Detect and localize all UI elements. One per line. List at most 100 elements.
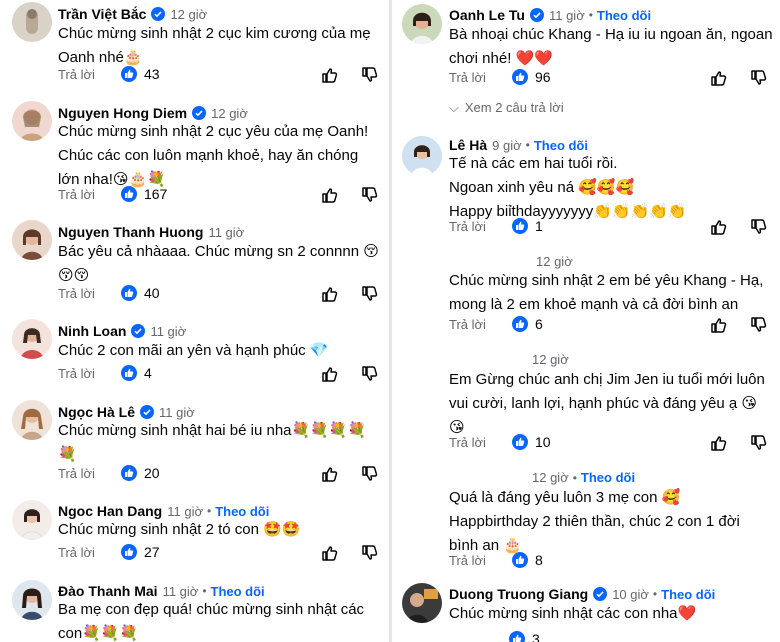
- timestamp: 11 giờ: [162, 583, 199, 599]
- follow-button[interactable]: Theo dõi: [534, 138, 588, 153]
- reply-button[interactable]: Trả lời: [58, 286, 95, 301]
- reply-button[interactable]: Trả lời: [58, 67, 95, 82]
- follow-button[interactable]: Theo dõi: [597, 8, 651, 23]
- follow-button[interactable]: Theo dõi: [581, 470, 635, 485]
- comment-text: Chúc mừng sinh nhật 2 cục yêu của mẹ Oan…: [58, 123, 369, 188]
- like-count: 167: [143, 186, 168, 202]
- timestamp: 12 giờ: [532, 352, 569, 367]
- comment-text: Chúc mừng sinh nhật các con nha❤️: [449, 605, 697, 622]
- follow-button[interactable]: Theo dõi: [661, 587, 715, 602]
- like-icon: [120, 186, 137, 202]
- timestamp: 12 giờ: [211, 105, 248, 121]
- comment-text: Quá là đáng yêu luôn 3 mẹ con 🥰 Happbirt…: [449, 489, 740, 554]
- like-icon: [511, 316, 528, 332]
- like-icon: [120, 544, 137, 560]
- thumbs-up-icon[interactable]: [710, 69, 728, 87]
- verified-badge-icon: [593, 587, 608, 601]
- author-name[interactable]: Oanh Le Tu: [449, 7, 525, 23]
- timestamp: 11 giờ: [150, 323, 187, 339]
- timestamp: 11 giờ: [167, 503, 203, 519]
- author-name[interactable]: Duong Truong Giang: [449, 586, 588, 602]
- thumbs-up-icon[interactable]: [710, 316, 728, 334]
- avatar[interactable]: [12, 319, 52, 359]
- like-count: 96: [534, 69, 551, 85]
- like-count: 20: [143, 465, 160, 481]
- avatar[interactable]: [12, 101, 52, 141]
- like-icon: [511, 218, 528, 234]
- see-replies-link[interactable]: ⌵ Xem 2 câu trả lời: [449, 100, 564, 116]
- like-icon: [511, 434, 528, 450]
- like-count: 1: [534, 218, 543, 234]
- thumbs-down-icon[interactable]: [361, 66, 379, 84]
- thumbs-up-icon[interactable]: [710, 218, 728, 236]
- timestamp: 12 giờ: [170, 6, 208, 22]
- like-icon: [511, 552, 528, 568]
- like-count: 40: [143, 285, 160, 301]
- author-name[interactable]: Nguyen Hong Diem: [58, 105, 187, 121]
- reply-button[interactable]: Trả lời: [449, 317, 486, 332]
- thumbs-up-icon[interactable]: [321, 66, 339, 84]
- author-name[interactable]: Lê Hà: [449, 137, 487, 153]
- comment-text: Ba mẹ con đẹp quá! chúc mừng sinh nhật c…: [58, 601, 365, 642]
- like-count: 4: [143, 365, 152, 381]
- avatar[interactable]: [402, 136, 442, 176]
- avatar[interactable]: [12, 2, 52, 42]
- thumbs-down-icon[interactable]: [361, 465, 379, 483]
- verified-badge-icon: [140, 405, 155, 419]
- author-name[interactable]: Ngoc Han Dang: [58, 503, 162, 519]
- reply-button[interactable]: Trả lời: [58, 466, 95, 481]
- author-name[interactable]: Nguyen Thanh Huong: [58, 224, 203, 240]
- reply-button[interactable]: Trả lời: [449, 70, 486, 85]
- thumbs-down-icon[interactable]: [750, 218, 768, 236]
- comment-text: Chúc mừng sinh nhật 2 em bé yêu Khang - …: [449, 272, 764, 313]
- verified-badge-icon: [192, 106, 207, 120]
- avatar[interactable]: [402, 583, 442, 623]
- reply-button[interactable]: Trả lời: [449, 219, 486, 234]
- like-count: 6: [534, 316, 543, 332]
- verified-badge-icon: [151, 7, 166, 21]
- thumbs-up-icon[interactable]: [321, 365, 339, 383]
- reply-button[interactable]: Trả lời: [58, 366, 95, 381]
- thumbs-up-icon[interactable]: [710, 434, 728, 452]
- like-icon: [120, 285, 137, 301]
- avatar[interactable]: [12, 220, 52, 260]
- like-icon: [511, 69, 528, 85]
- thumbs-down-icon[interactable]: [361, 365, 379, 383]
- comment-text: Bác yêu cả nhàaaa. Chúc mừng sn 2 connnn…: [58, 243, 379, 284]
- thumbs-up-icon[interactable]: [321, 465, 339, 483]
- thumbs-down-icon[interactable]: [361, 186, 379, 204]
- timestamp: 12 giờ: [536, 254, 573, 269]
- author-name[interactable]: Đào Thanh Mai: [58, 583, 158, 599]
- author-name[interactable]: Trần Việt Bắc: [58, 6, 146, 22]
- thumbs-down-icon[interactable]: [361, 285, 379, 303]
- follow-button[interactable]: Theo dõi: [211, 584, 265, 599]
- thumbs-up-icon[interactable]: [321, 544, 339, 562]
- timestamp: 11 giờ: [548, 7, 585, 23]
- thumbs-down-icon[interactable]: [750, 434, 768, 452]
- thumbs-up-icon[interactable]: [321, 285, 339, 303]
- comment-text: Chúc mừng sinh nhật 2 cục kim cương của …: [58, 25, 371, 66]
- reply-button[interactable]: Trả lời: [58, 545, 95, 560]
- avatar[interactable]: [12, 580, 52, 620]
- like-icon: [120, 66, 137, 82]
- author-name[interactable]: Ninh Loan: [58, 323, 126, 339]
- reply-button[interactable]: Trả lời: [449, 553, 486, 568]
- timestamp: 10 giờ: [612, 586, 649, 602]
- reply-button[interactable]: Trả lời: [58, 187, 95, 202]
- like-count: 27: [143, 544, 160, 560]
- avatar[interactable]: [12, 400, 52, 440]
- avatar[interactable]: [12, 500, 52, 540]
- follow-button[interactable]: Theo dõi: [215, 504, 269, 519]
- comment-text: Chúc mừng sinh nhật hai bé iu nha💐💐💐💐 💐: [58, 422, 367, 463]
- verified-badge-icon: [131, 324, 146, 338]
- thumbs-down-icon[interactable]: [750, 316, 768, 334]
- thumbs-down-icon[interactable]: [750, 69, 768, 87]
- like-count: 43: [143, 66, 160, 82]
- comments-column-left: Trần Việt Bắc 12 giờ Chúc mừng sinh nhật…: [0, 0, 390, 642]
- thumbs-up-icon[interactable]: [321, 186, 339, 204]
- reply-button[interactable]: Trả lời: [449, 435, 486, 450]
- author-name[interactable]: Ngọc Hà Lê: [58, 404, 135, 420]
- like-icon: [120, 465, 137, 481]
- avatar[interactable]: [402, 4, 442, 44]
- thumbs-down-icon[interactable]: [361, 544, 379, 562]
